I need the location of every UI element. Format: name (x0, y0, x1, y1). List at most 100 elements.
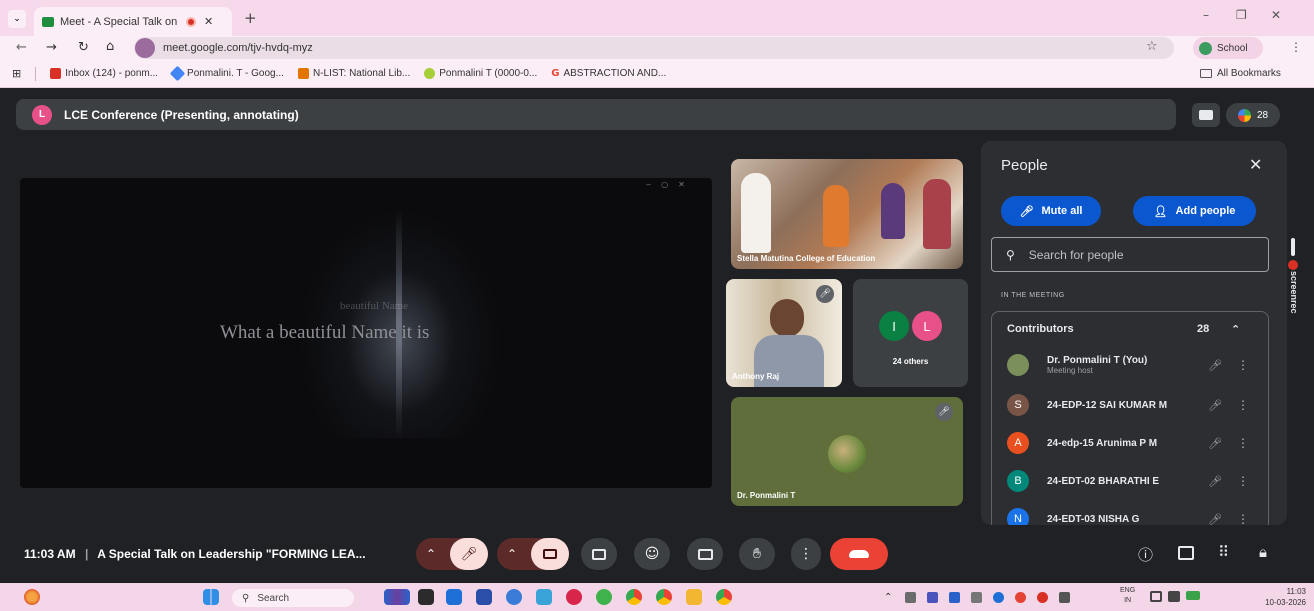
activities-button[interactable]: ⠿ (1218, 543, 1229, 561)
audio-options-chevron-icon[interactable]: ⌃ (426, 547, 436, 561)
participant-more-icon[interactable]: ⋮ (1233, 358, 1253, 372)
chrome-app-icon-1[interactable] (626, 589, 642, 605)
tile-anthony-raj[interactable]: 🎤︎ Anthony Raj (726, 279, 842, 387)
tile-self[interactable]: 🎤︎ Dr. Ponmalini T (731, 397, 963, 506)
weather-widget-icon[interactable] (24, 589, 40, 605)
people-search-field[interactable]: ⚲ Search for people (991, 237, 1269, 272)
bookmark-google-scholar[interactable]: Ponmalini. T - Goog... (169, 65, 284, 82)
chrome-app-icon-2[interactable] (656, 589, 672, 605)
more-options-button[interactable]: ⋮ (791, 538, 821, 570)
bookmark-nlist[interactable]: N-LIST: National Lib... (297, 68, 410, 79)
host-controls-button[interactable]: 🔒︎ (1259, 543, 1267, 561)
tab-close-icon[interactable]: ✕ (204, 15, 213, 28)
bookmark-gmail[interactable]: Inbox (124) - ponm... (50, 68, 158, 79)
tray-teams-icon[interactable] (927, 592, 938, 603)
raise-hand-button[interactable]: ✋︎ (739, 538, 775, 570)
participant-row[interactable]: S 24-EDP-12 SAI KUMAR M 🎤︎ ⋮ (1007, 388, 1257, 422)
bookmark-orcid[interactable]: Ponmalini T (0000-0... (424, 68, 537, 79)
taskbar-search-box[interactable]: ⚲ Search (232, 589, 354, 607)
tile-others[interactable]: I L 24 others (853, 279, 968, 387)
close-window-button[interactable]: ✕ (1271, 8, 1281, 22)
section-label: IN THE MEETING (1001, 292, 1065, 299)
tray-cloud-icon[interactable] (1015, 592, 1026, 603)
meeting-details-button[interactable]: ⓘ (1138, 544, 1153, 565)
address-bar[interactable]: meet.google.com/tjv-hvdq-myz ☆ (134, 37, 1174, 59)
folder-app-icon[interactable] (686, 589, 702, 605)
search-icon: ⚲ (1006, 247, 1015, 262)
tile-room-camera[interactable]: Stella Matutina College of Education (731, 159, 963, 269)
browser-menu-icon[interactable]: ⋮ (1290, 40, 1302, 54)
room-person-3 (923, 179, 951, 249)
participant-more-icon[interactable]: ⋮ (1233, 474, 1253, 488)
mic-toggle-button[interactable]: 🎤︎ (450, 538, 488, 570)
participant-mic-off-icon[interactable]: 🎤︎ (1197, 437, 1233, 450)
all-bookmarks[interactable]: All Bookmarks (1200, 68, 1281, 79)
photos-app-icon[interactable] (536, 589, 552, 605)
tab-search-button[interactable]: ⌄ (8, 10, 26, 28)
home-icon[interactable]: ⌂ (106, 39, 114, 54)
tray-record-icon[interactable] (1037, 592, 1048, 603)
camera-off-button[interactable] (1192, 103, 1220, 127)
minimize-button[interactable]: – (1203, 8, 1209, 22)
edge-app-icon[interactable] (506, 589, 522, 605)
copilot-app-icon[interactable] (384, 589, 410, 605)
participants-button[interactable]: 28 (1226, 103, 1280, 127)
file-explorer-icon[interactable] (418, 589, 434, 605)
teams-app-icon[interactable] (476, 589, 492, 605)
camera-toggle-button[interactable] (531, 538, 569, 570)
participant-more-icon[interactable]: ⋮ (1233, 512, 1253, 525)
tray-chevron-icon[interactable]: ⌃ (884, 592, 892, 603)
participant-mic-off-icon[interactable]: 🎤︎ (1197, 399, 1233, 412)
windows-start-icon[interactable] (203, 589, 219, 605)
back-icon[interactable]: ← (16, 40, 27, 55)
participant-mic-off-icon[interactable]: 🎤︎ (1197, 513, 1233, 526)
tray-volume-icon[interactable] (905, 592, 916, 603)
wifi-icon (1150, 591, 1162, 602)
contributors-header[interactable]: Contributors 28 ⌃ (1007, 317, 1257, 341)
browser-tab-meet[interactable]: Meet - A Special Talk on Le ✕ (34, 7, 232, 36)
tray-security-icon[interactable] (993, 592, 1004, 603)
add-people-button[interactable]: 👤︎ Add people (1133, 196, 1256, 226)
tray-app-icon[interactable] (949, 592, 960, 603)
profile-chip[interactable]: School (1193, 37, 1263, 59)
chrome-app-icon-3[interactable] (716, 589, 732, 605)
present-button[interactable] (581, 538, 617, 570)
new-tab-button[interactable]: + (244, 9, 257, 27)
bookmark-abstraction[interactable]: G ABSTRACTION AND... (551, 68, 666, 79)
language-indicator[interactable]: ENG IN (1120, 586, 1135, 606)
forward-icon[interactable]: → (46, 40, 57, 55)
system-clock[interactable]: 11:03 10-03-2026 (1240, 586, 1306, 608)
participant-more-icon[interactable]: ⋮ (1233, 436, 1253, 450)
participant-row[interactable]: B 24-EDT-02 BHARATHI E 🎤︎ ⋮ (1007, 464, 1257, 498)
participant-row[interactable]: N 24-EDT-03 NISHA G 🎤︎ ⋮ (1007, 502, 1257, 525)
participant-row[interactable]: A 24-edp-15 Arunima P M 🎤︎ ⋮ (1007, 426, 1257, 460)
reload-icon[interactable]: ↻ (78, 40, 89, 55)
store-app-icon[interactable] (446, 589, 462, 605)
apps-grid-icon[interactable]: ⊞ (12, 67, 21, 80)
recording-dot-icon (186, 16, 196, 27)
captions-button[interactable] (687, 538, 723, 570)
quick-settings[interactable] (1150, 591, 1200, 602)
participant-more-icon[interactable]: ⋮ (1233, 398, 1253, 412)
clock-date: 10-03-2026 (1265, 598, 1306, 607)
whatsapp-app-icon[interactable] (596, 589, 612, 605)
bookmark-star-icon[interactable]: ☆ (1146, 39, 1158, 54)
media-app-icon[interactable] (566, 589, 582, 605)
participant-row[interactable]: Dr. Ponmalini T (You) Meeting host 🎤︎ ⋮ (1007, 348, 1257, 382)
chat-button[interactable] (1178, 546, 1194, 560)
camera-off-icon (1199, 110, 1213, 120)
captions-icon (697, 548, 713, 560)
mute-all-button[interactable]: 🎤︎ Mute all (1001, 196, 1101, 226)
participant-mic-off-icon[interactable]: 🎤︎ (1197, 359, 1233, 372)
presentation-screen: beautiful Name What a beautiful Name it … (20, 178, 712, 488)
tray-usb-icon[interactable] (1059, 592, 1070, 603)
participant-mic-off-icon[interactable]: 🎤︎ (1197, 475, 1233, 488)
leave-call-button[interactable] (830, 538, 888, 570)
close-panel-icon[interactable]: ✕ (1249, 155, 1262, 174)
restore-button[interactable]: ❐ (1236, 8, 1247, 22)
tray-network-icon[interactable] (971, 592, 982, 603)
reactions-button[interactable]: ☺ (634, 538, 670, 570)
screenrec-tab[interactable]: screenrec (1288, 238, 1314, 318)
video-options-chevron-icon[interactable]: ⌃ (507, 547, 517, 561)
site-info-icon[interactable] (135, 38, 155, 58)
